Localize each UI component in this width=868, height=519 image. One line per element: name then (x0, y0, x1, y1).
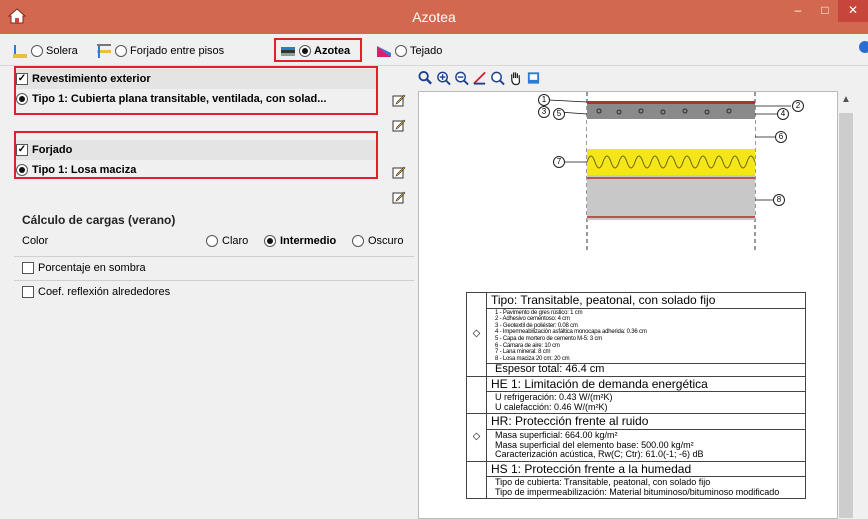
section-diagram (548, 92, 791, 252)
callout-5: 5 (553, 108, 565, 120)
espesor-total: Espesor total: 46.4 cm (486, 363, 806, 377)
layer-8: 8 - Losa maciza 20 cm: 20 cm (495, 355, 570, 362)
sombra-row[interactable]: Porcentaje en sombra (22, 262, 146, 274)
layer-3: 3 - Geotextil de poliéster: 0.08 cm (495, 322, 578, 329)
minimize-button[interactable]: – (785, 0, 811, 22)
section-viewer: 1 2 3 4 5 6 7 8 ◇ Tipo: Transitable, pea… (418, 91, 838, 519)
divider (14, 280, 414, 281)
intermedio-label: Intermedio (280, 235, 337, 247)
solera-radio[interactable] (31, 45, 43, 57)
he1-calefaccion: U calefacción: 0.46 W/(m²K) (495, 401, 608, 412)
element-type-bar: Solera Forjado entre pisos Azotea Tejado (0, 34, 868, 66)
hr-body: Masa superficial: 664.00 kg/m² Masa supe… (486, 429, 806, 462)
hs1-header: HS 1: Protección frente a la humedad (486, 460, 806, 478)
edit-forjado-icon[interactable] (392, 165, 406, 179)
callout-3: 3 (538, 106, 550, 118)
layer-4: 4 - Impermeabilización asfáltica monocap… (495, 329, 647, 336)
forjado-highlight (14, 131, 378, 179)
layers-list: 1 - Pavimento de gres rústico: 1 cm 2 - … (486, 307, 806, 365)
reflexion-row[interactable]: Coef. reflexión alrededores (22, 286, 170, 298)
hr-header: HR: Protección frente al ruido (486, 413, 806, 431)
tipo-header: Tipo: Transitable, peatonal, con solado … (486, 292, 806, 309)
zoom-in-icon[interactable] (436, 70, 451, 86)
hr-caracterizacion: Caracterización acústica, Rw(C; Ctr): 61… (495, 449, 704, 460)
layer-7: 7 - Lana mineral: 8 cm (495, 349, 551, 356)
he1-body: U refrigeración: 0.43 W/(m²K) U calefacc… (486, 391, 806, 415)
properties-report: ◇ Tipo: Transitable, peatonal, con solad… (466, 292, 806, 500)
callout-1: 1 (538, 94, 550, 106)
layer-5: 5 - Capa de mortero de cemento M-5: 3 cm (495, 335, 603, 342)
forjado-radio[interactable] (115, 45, 127, 57)
hs1-impermeabilizacion: Tipo de impermeabilización: Material bit… (495, 486, 780, 497)
solera-label: Solera (46, 45, 78, 57)
reflexion-label: Coef. reflexión alrededores (38, 286, 171, 298)
pan-icon[interactable] (508, 70, 523, 86)
color-claro-option[interactable]: Claro (206, 235, 248, 247)
color-intermedio-option[interactable]: Intermedio (264, 235, 336, 247)
edit-revestimiento-secondary-icon[interactable] (392, 118, 406, 132)
measure-icon[interactable] (472, 70, 487, 86)
help-icon[interactable] (857, 40, 868, 54)
window-title: Azotea (412, 9, 456, 25)
report-marker (466, 460, 487, 500)
azotea-window: Azotea – □ ✕ Solera Forjado entre pisos … (0, 0, 868, 519)
forjado-entre-pisos-label: Forjado entre pisos (130, 45, 225, 57)
callout-6: 6 (775, 131, 787, 143)
callout-2: 2 (792, 100, 804, 112)
cargas-title: Cálculo de cargas (verano) (22, 213, 176, 227)
title-bar: Azotea – □ ✕ (0, 0, 868, 34)
tejado-icon (377, 46, 391, 57)
oscuro-radio[interactable] (352, 235, 364, 247)
tejado-label: Tejado (410, 45, 443, 57)
claro-label: Claro (222, 235, 249, 247)
oscuro-label: Oscuro (368, 235, 404, 247)
azotea-highlight (274, 38, 362, 62)
edit-forjado-secondary-icon[interactable] (392, 190, 406, 204)
scroll-thumb[interactable] (839, 113, 853, 518)
edit-revestimiento-icon[interactable] (392, 93, 406, 107)
solera-icon (13, 45, 27, 58)
callout-4: 4 (777, 108, 789, 120)
option-forjado-entre-pisos[interactable]: Forjado entre pisos (96, 42, 224, 60)
layer-1: 1 - Pavimento de gres rústico: 1 cm (495, 309, 583, 316)
option-tejado[interactable]: Tejado (376, 42, 442, 60)
layer-6: 6 - Cámara de aire: 10 cm (495, 342, 560, 349)
viewer-toolbar (418, 70, 541, 88)
maximize-button[interactable]: □ (812, 0, 838, 22)
option-solera[interactable]: Solera (12, 42, 78, 60)
sombra-checkbox[interactable] (22, 262, 34, 274)
report-marker: ◇ (466, 413, 487, 462)
report-marker (466, 375, 487, 415)
tejado-radio[interactable] (395, 45, 407, 57)
zoom-previous-icon[interactable] (490, 70, 505, 86)
hs1-body: Tipo de cubierta: Transitable, peatonal,… (486, 476, 806, 500)
reflexion-checkbox[interactable] (22, 286, 34, 298)
color-oscuro-option[interactable]: Oscuro (352, 235, 403, 247)
divider (14, 256, 414, 257)
callout-7: 7 (553, 156, 565, 168)
viewer-scrollbar[interactable]: ▲ (838, 91, 854, 519)
layer-2: 2 - Adhesivo cementoso: 4 cm (495, 316, 570, 323)
scroll-up-icon[interactable]: ▲ (841, 95, 851, 105)
zoom-window-icon[interactable] (418, 70, 433, 86)
sombra-label: Porcentaje en sombra (38, 262, 146, 274)
forjado-icon (97, 44, 111, 58)
revestimiento-highlight (14, 66, 378, 115)
he1-header: HE 1: Limitación de demanda energética (486, 375, 806, 393)
close-button[interactable]: ✕ (838, 0, 868, 22)
report-marker: ◇ (466, 292, 487, 377)
callout-8: 8 (773, 194, 785, 206)
claro-radio[interactable] (206, 235, 218, 247)
intermedio-radio[interactable] (264, 235, 276, 247)
export-icon[interactable] (526, 70, 541, 86)
zoom-out-icon[interactable] (454, 70, 469, 86)
color-label: Color (22, 235, 49, 247)
